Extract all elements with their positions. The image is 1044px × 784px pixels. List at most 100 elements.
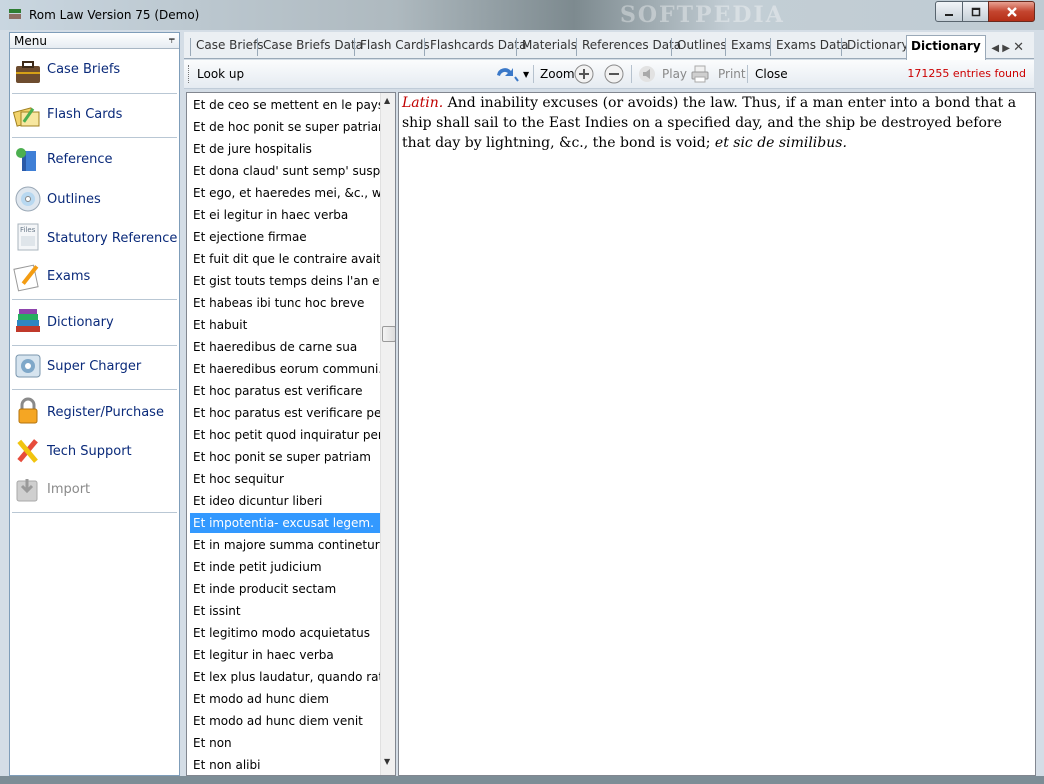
list-item-selected[interactable]: Et impotentia- excusat legem. (190, 513, 383, 533)
list-item[interactable]: Et haeredibus eorum communi... (190, 359, 383, 379)
pin-icon[interactable]: ⫧ (169, 33, 175, 47)
entries-count: 171255 entries found (907, 67, 1026, 80)
tab-references-data[interactable]: References Data (576, 38, 686, 56)
minimize-button[interactable] (935, 1, 963, 22)
menu-item-label: Import (47, 482, 91, 497)
menu-item-import[interactable]: Import (10, 473, 179, 511)
svg-text:Files: Files (20, 226, 36, 234)
watermark: SOFTPEDIA (620, 2, 785, 28)
list-item[interactable]: Et lex plus laudatur, quando rati... (190, 667, 383, 687)
outlines-disc-icon (15, 186, 41, 212)
list-item[interactable]: Et inde petit judicium (190, 557, 383, 577)
side-menu: Menu ⫧ Case Briefs Flash Cards Reference… (9, 32, 180, 776)
tab-dictionary[interactable]: Dictionary (841, 38, 914, 56)
list-item[interactable]: Et hoc paratus est verificare per... (190, 403, 383, 423)
scrollbar-thumb[interactable] (382, 326, 395, 342)
menu-item-statutory-reference[interactable]: Files Statutory Reference (10, 221, 179, 259)
lookup-button[interactable]: Look up (197, 67, 244, 81)
list-item[interactable]: Et haeredibus de carne sua (190, 337, 383, 357)
list-item[interactable]: Et in majore summa continetur ... (190, 535, 383, 555)
window-title: Rom Law Version 75 (Demo) (29, 8, 200, 22)
close-tab-icon[interactable]: ✕ (1013, 40, 1024, 55)
tab-outlines[interactable]: Outlines (671, 38, 732, 56)
maximize-icon (971, 7, 980, 16)
list-item[interactable]: Et hoc ponit se super patriam (190, 447, 383, 467)
dictionary-entry-list[interactable]: Et de ceo se mettent en le pays Et de hoc… (186, 92, 396, 776)
tab-scroll-left-icon[interactable]: ◀ (991, 43, 999, 54)
dropdown-arrow-icon[interactable]: ▼ (523, 70, 529, 79)
list-item[interactable]: Et modo ad hunc diem venit (190, 711, 383, 731)
briefcase-icon (16, 61, 40, 83)
definition-pane[interactable]: Latin. And inability excuses (or avoids)… (398, 92, 1036, 776)
list-item[interactable]: Et dona claud' sunt semp' susp... (190, 161, 383, 181)
toolbar-separator (533, 65, 534, 83)
menu-divider (12, 93, 177, 94)
tech-support-tools-icon (17, 439, 38, 463)
menu-item-label: Dictionary (47, 315, 114, 330)
list-item[interactable]: Et non (190, 733, 383, 753)
menu-item-exams[interactable]: Exams (10, 261, 179, 301)
menu-item-super-charger[interactable]: Super Charger (10, 349, 179, 389)
list-item[interactable]: Et de hoc ponit se super patriam (190, 117, 383, 137)
tab-flash-cards[interactable]: Flash Cards (354, 38, 435, 56)
menu-item-dictionary[interactable]: Dictionary (10, 305, 179, 345)
list-scrollbar[interactable]: ▲ ▼ (380, 93, 395, 775)
menu-divider (12, 299, 177, 300)
list-item[interactable]: Et legitimo modo acquietatus (190, 623, 383, 643)
play-button[interactable]: Play (662, 67, 687, 81)
tab-scroll-right-icon[interactable]: ▶ (1002, 43, 1010, 54)
menu-item-tech-support[interactable]: Tech Support (10, 435, 179, 473)
toolbar-grip[interactable] (188, 65, 191, 83)
import-icon (16, 479, 38, 502)
list-item[interactable]: Et hoc petit quod inquiratur per ... (190, 425, 383, 445)
list-item[interactable]: Et legitur in haec verba (190, 645, 383, 665)
list-item[interactable]: Et de jure hospitalis (190, 139, 383, 159)
menu-item-outlines[interactable]: Outlines (10, 183, 179, 219)
list-item[interactable]: Et inde producit sectam (190, 579, 383, 599)
files-icon: Files (17, 223, 39, 251)
menu-item-label: Outlines (47, 192, 101, 207)
menu-item-case-briefs[interactable]: Case Briefs (10, 55, 179, 95)
list-item[interactable]: Et ego, et haeredes mei, &c., w... (190, 183, 383, 203)
back-forward-arrows-icon[interactable] (494, 64, 520, 84)
menu-divider (12, 512, 177, 513)
list-item[interactable]: Et non alibi (190, 755, 383, 775)
title-bar[interactable]: Rom Law Version 75 (Demo) SOFTPEDIA (0, 0, 1044, 30)
list-item[interactable]: Et fuit dit que le contraire avait e... (190, 249, 383, 269)
exams-pencil-icon (13, 264, 39, 292)
tab-exams[interactable]: Exams (725, 38, 776, 56)
scroll-down-icon[interactable]: ▼ (384, 757, 390, 766)
menu-item-reference[interactable]: Reference (10, 143, 179, 183)
zoom-in-icon[interactable] (574, 64, 594, 84)
close-button[interactable]: Close (755, 67, 788, 81)
menu-divider (12, 389, 177, 390)
list-item[interactable]: Et ideo dicuntur liberi (190, 491, 383, 511)
list-item[interactable]: Et ejectione firmae (190, 227, 383, 247)
maximize-button[interactable] (962, 1, 989, 22)
tab-materials[interactable]: Materials (516, 38, 582, 56)
print-button[interactable]: Print (718, 67, 746, 81)
menu-item-flash-cards[interactable]: Flash Cards (10, 99, 179, 139)
list-item[interactable]: Et hoc sequitur (190, 469, 383, 489)
scroll-up-icon[interactable]: ▲ (384, 96, 390, 105)
zoom-out-icon[interactable] (604, 64, 624, 84)
menu-item-label: Flash Cards (47, 107, 123, 122)
tab-strip: Case Briefs Case Briefs Data Flash Cards… (184, 32, 1034, 61)
list-item[interactable]: Et hoc paratus est verificare (190, 381, 383, 401)
menu-item-label: Statutory Reference (47, 231, 178, 246)
close-window-button[interactable] (988, 1, 1035, 22)
list-item[interactable]: Et gist touts temps deins l'an et... (190, 271, 383, 291)
play-speaker-icon[interactable] (638, 65, 656, 83)
list-item[interactable]: Et issint (190, 601, 383, 621)
list-item[interactable]: Et ei legitur in haec verba (190, 205, 383, 225)
tab-case-briefs-data[interactable]: Case Briefs Data (257, 38, 368, 56)
menu-item-register-purchase[interactable]: Register/Purchase (10, 395, 179, 435)
menu-item-label: Tech Support (47, 444, 132, 459)
tab-dictionary-active[interactable]: Dictionary (906, 35, 986, 61)
list-item[interactable]: Et habuit (190, 315, 383, 335)
printer-icon[interactable] (690, 65, 710, 83)
menu-header: Menu ⫧ (10, 33, 179, 49)
list-item[interactable]: Et modo ad hunc diem (190, 689, 383, 709)
list-item[interactable]: Et habeas ibi tunc hoc breve (190, 293, 383, 313)
list-item[interactable]: Et de ceo se mettent en le pays (190, 95, 383, 115)
